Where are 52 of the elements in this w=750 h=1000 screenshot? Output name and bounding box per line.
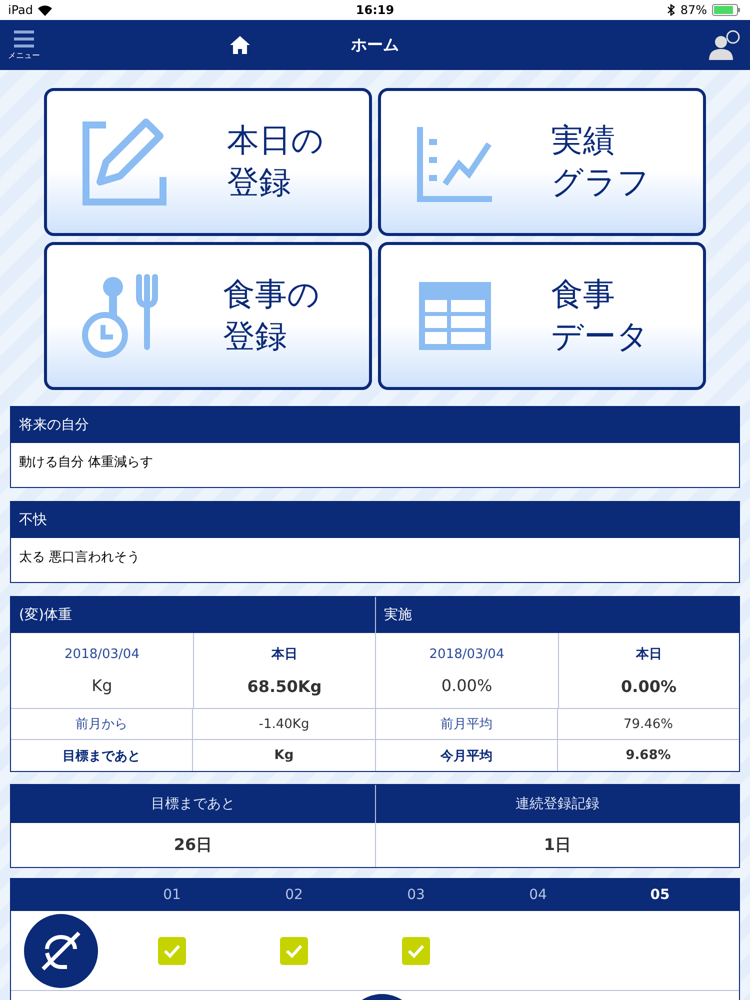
user-chat-icon[interactable] (708, 30, 742, 60)
today-label: 本日 (636, 646, 662, 663)
menu-tile[interactable]: 食事 データ (378, 242, 706, 390)
device-name: iPad (8, 3, 34, 17)
section-header: (変)体重 (11, 597, 375, 633)
table-cell-text: 9.68% (624, 747, 672, 765)
check-icon (285, 944, 303, 958)
table-cell: 前月から (11, 709, 193, 740)
day-label: 05 (650, 887, 670, 903)
checkbox[interactable] (280, 936, 308, 964)
menu-icon (14, 30, 34, 48)
summary-value: 1日 (542, 834, 572, 856)
value-text: Kg (92, 676, 112, 694)
summary-value: 26日 (172, 834, 214, 856)
table-cell: -1.40Kg (193, 709, 375, 740)
check-icon (407, 944, 425, 958)
home-icon[interactable] (230, 36, 250, 54)
card-header: 将来の自分 (11, 407, 739, 443)
check-icon (163, 944, 181, 958)
clock-time: 16:19 (356, 3, 394, 17)
today-value: 0.00% (620, 677, 676, 696)
date-label: 2018/03/04 (64, 646, 140, 662)
date-label: 2018/03/04 (429, 646, 504, 662)
day-label: 02 (285, 887, 303, 903)
section-header: 実施 (376, 597, 739, 633)
bluetooth-icon (667, 4, 676, 16)
summary-header: 連続登録記録 (376, 785, 739, 823)
battery-icon (712, 4, 742, 16)
today-label: 本日 (272, 646, 298, 663)
summary-header: 目標まであと (11, 785, 375, 823)
table-cell-text: Kg (273, 747, 295, 765)
checkbox[interactable] (158, 936, 186, 964)
day-label: 03 (407, 887, 425, 903)
day-label: 01 (163, 887, 181, 903)
value-text: 0.00% (441, 676, 492, 694)
note-text: 太る 悪口言われそう (18, 549, 142, 567)
table-cell: 目標まであと (11, 740, 193, 771)
card-header: 不快 (11, 502, 739, 538)
battery-percent: 87% (680, 3, 707, 17)
menu-tile[interactable]: 本日の 登録 (44, 88, 372, 236)
note-text: 動ける自分 体重減らす (18, 454, 154, 472)
today-value: 68.50Kg (247, 677, 322, 696)
wifi-icon (38, 4, 52, 16)
table-cell: 今月平均 (376, 740, 558, 771)
page-title: ホーム (351, 34, 399, 56)
menu-tile[interactable]: 食事の 登録 (44, 242, 372, 390)
table-cell: 79.46% (558, 709, 739, 740)
checkbox[interactable] (402, 936, 430, 964)
table-cell: 前月平均 (376, 709, 558, 740)
menu-button[interactable]: メニュー (8, 30, 40, 60)
menu-tile[interactable]: 実績 グラフ (378, 88, 706, 236)
day-label: 04 (529, 887, 547, 903)
